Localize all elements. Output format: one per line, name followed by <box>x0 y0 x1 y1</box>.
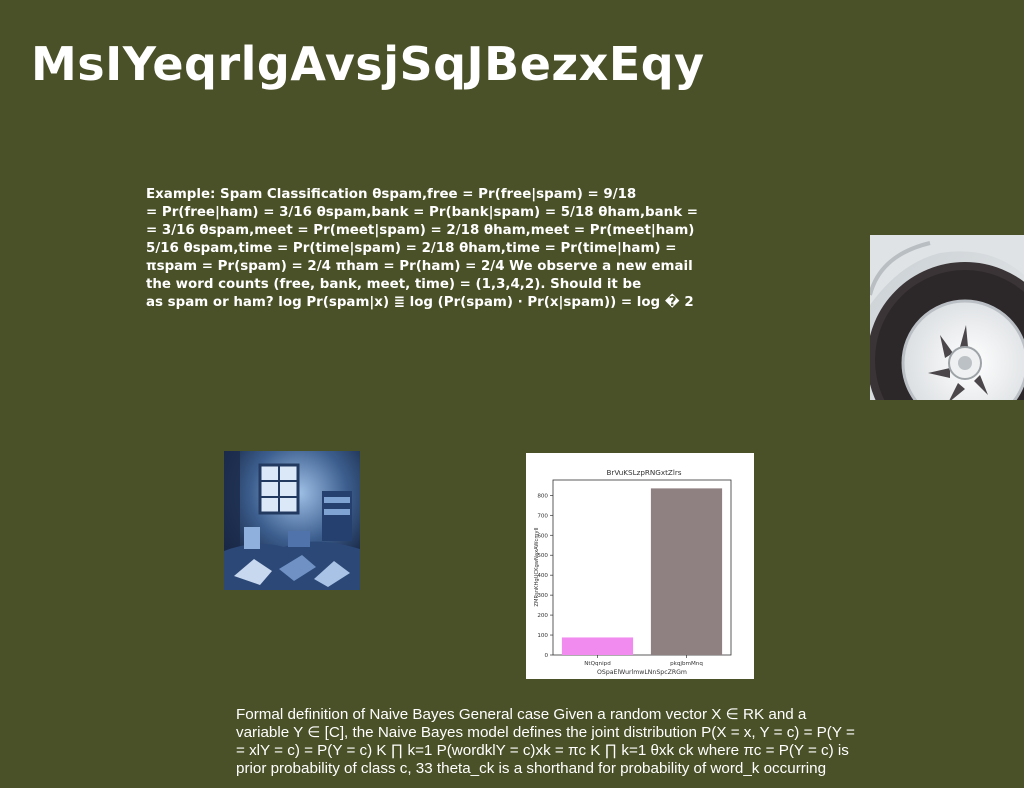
y-tick-label: 700 <box>537 513 548 519</box>
text-line: as spam or ham? log Pr(spam|x) ≣ log (Pr… <box>146 295 694 310</box>
y-axis-label: ZMRsnKHgUCKgwNaxAWcmyII <box>534 527 540 607</box>
y-tick-label: 800 <box>537 493 548 499</box>
text-line: Example: Spam Classification θspam,free … <box>146 187 637 202</box>
text-line: prior probability of class c, 33 theta_c… <box>236 760 827 777</box>
text-line: the word counts (free, bank, meet, time)… <box>146 277 642 292</box>
spam-classification-text: Example: Spam Classification θspam,free … <box>146 186 736 312</box>
bar-chart-svg: BrVuKSLzpRNGxtZlrs 010020030040050060070… <box>534 468 732 676</box>
bars <box>561 488 723 655</box>
text-line: = 3/16 θspam,meet = Pr(meet|spam) = 2/18… <box>146 223 695 238</box>
y-tick-label: 200 <box>537 613 548 619</box>
bar <box>561 637 634 655</box>
text-line: Formal definition of Naive Bayes General… <box>236 706 807 723</box>
room-image <box>224 451 360 590</box>
page-title: MsIYeqrlgAvsjSqJBezxEqy <box>31 37 705 91</box>
y-tick-label: 100 <box>537 633 548 639</box>
car-wheel-photo <box>870 235 1024 400</box>
text-line: variable Y ∈ [C], the Naive Bayes model … <box>236 724 855 741</box>
chart-title: BrVuKSLzpRNGxtZlrs <box>606 468 681 477</box>
car-wheel-image <box>870 235 1024 400</box>
bar-chart: BrVuKSLzpRNGxtZlrs 0 100 200 300 400 500 600 70… <box>526 453 754 679</box>
text-line: πspam = Pr(spam) = 2/4 πham = Pr(ham) = … <box>146 259 693 274</box>
x-tick-label: NtQqnipd <box>584 661 611 667</box>
x-axis: NtQqnipd pkqjbmMnq <box>584 655 703 667</box>
text-line: = Pr(free|ham) = 3/16 θspam,bank = Pr(ba… <box>146 205 698 220</box>
cluttered-room-photo <box>224 451 360 590</box>
bar <box>650 488 723 655</box>
x-axis-label: OSpaElWurlmwLNnSpcZRGm <box>597 669 687 676</box>
naive-bayes-definition-text: Formal definition of Naive Bayes General… <box>236 706 886 778</box>
text-line: = xlY = c) = P(Y = c) K ∏ k=1 P(wordklY … <box>236 742 849 759</box>
y-tick-label: 0 <box>544 653 548 659</box>
x-tick-label: pkqjbmMnq <box>670 661 703 667</box>
text-line: 5/16 θspam,time = Pr(time|spam) = 2/18 θ… <box>146 241 677 256</box>
